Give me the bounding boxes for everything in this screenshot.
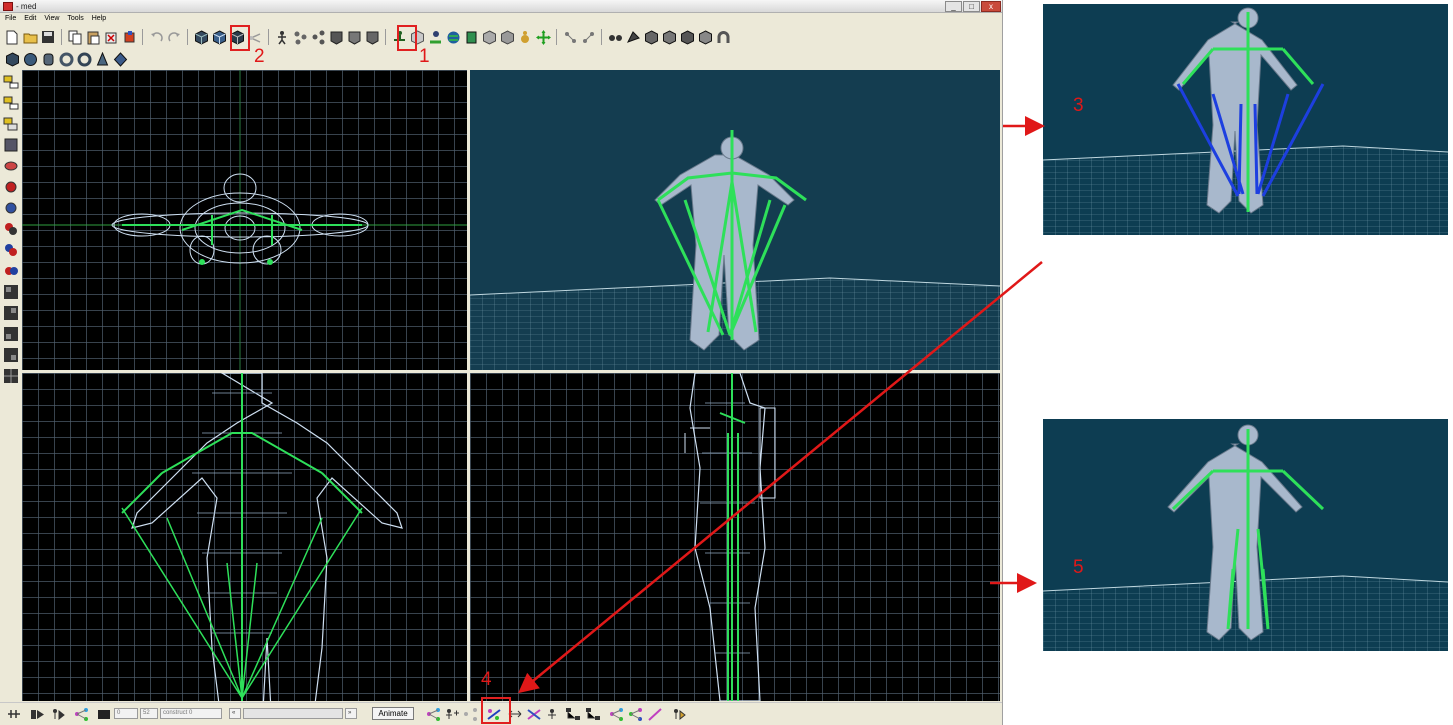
figure-canvas: { "window": {"title": "- med", "min": "_… (0, 0, 1453, 725)
arrow-to-button-4 (518, 261, 1043, 694)
annotation-arrows (518, 116, 1045, 694)
